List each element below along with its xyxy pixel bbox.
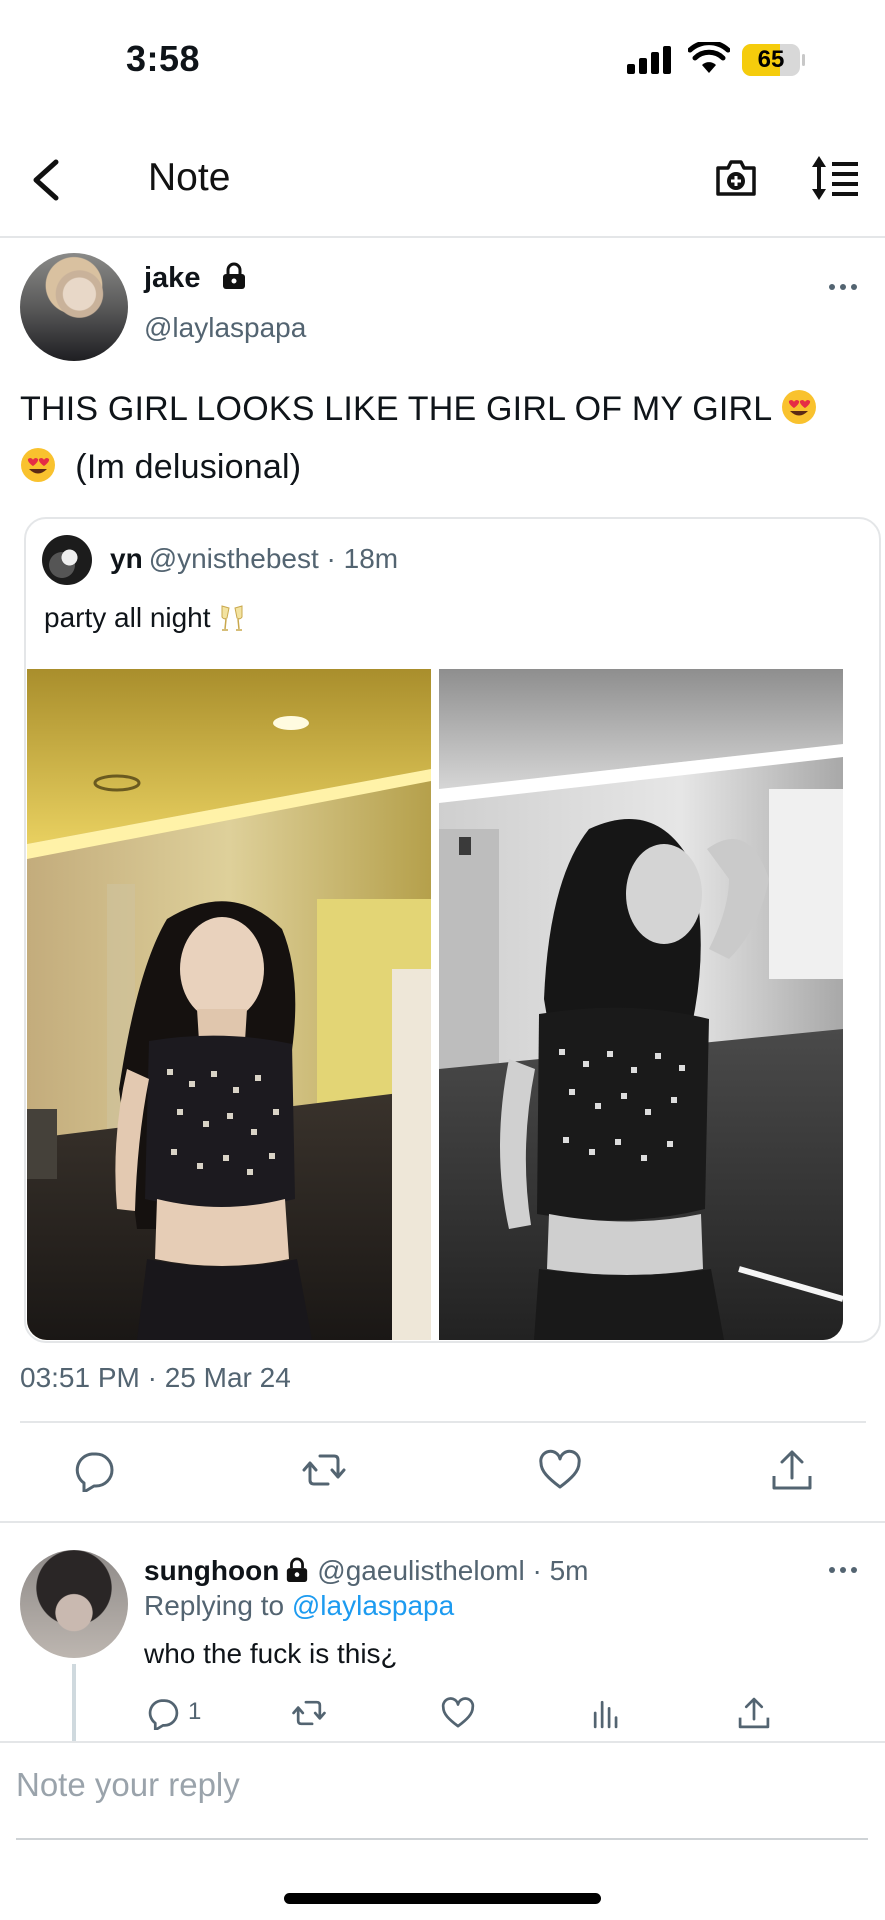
- clinking-glasses-icon: [221, 604, 243, 631]
- quoted-author-row: yn @ynisthebest · 18m: [110, 543, 398, 575]
- signal-icon: [627, 46, 671, 74]
- replying-to: Replying to @laylaspapa: [144, 1590, 454, 1622]
- quoted-text: party all night: [44, 602, 211, 633]
- thread-line: [72, 1664, 76, 1742]
- page-title: Note: [148, 156, 231, 199]
- status-time: 3:58: [126, 38, 201, 79]
- quoted-author-name: yn: [110, 543, 143, 574]
- status-bar: 3:58 65: [0, 0, 885, 120]
- quoted-author-meta: @ynisthebest · 18m: [148, 543, 399, 574]
- reply-share-button[interactable]: [737, 1696, 771, 1730]
- reply-icon: [148, 1699, 179, 1732]
- reply-text: who the fuck is this¿: [144, 1638, 398, 1669]
- top-nav-bar: Note: [0, 120, 885, 238]
- more-options-icon[interactable]: [829, 284, 859, 292]
- reply-composer: [0, 1741, 885, 1831]
- retweet-icon[interactable]: [302, 1448, 346, 1492]
- reply-input[interactable]: [16, 1757, 866, 1813]
- chevron-left-icon[interactable]: [26, 156, 66, 204]
- reply-reply-button[interactable]: 1: [146, 1696, 201, 1732]
- author-avatar[interactable]: [20, 253, 128, 361]
- heart-eyes-emoji-icon: [781, 390, 816, 425]
- retweet-icon: [292, 1700, 326, 1726]
- share-icon[interactable]: [770, 1448, 814, 1492]
- reply-like-button[interactable]: [441, 1696, 475, 1730]
- lock-icon: [287, 1557, 308, 1582]
- sort-icon[interactable]: [808, 154, 860, 202]
- battery-level: 65: [757, 46, 785, 73]
- more-options-icon[interactable]: [829, 1567, 859, 1575]
- battery-indicator: 65: [742, 44, 805, 76]
- camera-plus-icon[interactable]: [712, 154, 760, 202]
- tweet-timestamp: 03:51 PM · 25 Mar 24: [20, 1362, 291, 1393]
- divider: [20, 1421, 866, 1423]
- tweet-text-line2: (Im delusional): [75, 448, 302, 486]
- quoted-tweet-text: party all night: [44, 602, 245, 635]
- like-icon: [441, 1697, 475, 1728]
- divider: [0, 1521, 885, 1523]
- reply-retweet-button[interactable]: [292, 1696, 326, 1730]
- like-icon[interactable]: [538, 1448, 582, 1492]
- tweet-photo-1[interactable]: [27, 669, 431, 1340]
- author-name-row[interactable]: jake: [144, 262, 247, 295]
- reply-author-avatar[interactable]: [20, 1550, 128, 1658]
- tweet-text: THIS GIRL LOOKS LIKE THE GIRL OF MY GIRL…: [20, 380, 880, 496]
- reply-author-row: sunghoon @gaeulistheloml · 5m: [144, 1555, 589, 1587]
- replying-handle-link[interactable]: @laylaspapa: [292, 1590, 454, 1621]
- author-name: jake: [144, 262, 201, 294]
- quoted-author-avatar: [42, 535, 92, 585]
- views-chart-icon: [593, 1700, 618, 1729]
- tweet-text-line1: THIS GIRL LOOKS LIKE THE GIRL OF MY GIRL: [20, 390, 772, 428]
- lock-icon: [222, 262, 245, 290]
- heart-eyes-emoji-icon: [21, 448, 55, 483]
- composer-underline: [16, 1838, 868, 1840]
- reply-count: 1: [188, 1698, 202, 1725]
- replying-prefix: Replying to: [144, 1590, 285, 1621]
- reply-views-button[interactable]: [589, 1696, 623, 1730]
- home-indicator[interactable]: [284, 1893, 601, 1904]
- share-icon: [738, 1697, 770, 1729]
- wifi-icon: [688, 42, 730, 73]
- tweet-photo-2[interactable]: [439, 669, 843, 1340]
- author-handle[interactable]: @laylaspapa: [144, 312, 306, 344]
- reply-icon[interactable]: [72, 1448, 116, 1492]
- reply-author-meta: @gaeulistheloml · 5m: [317, 1555, 589, 1586]
- reply-author-name[interactable]: sunghoon: [144, 1555, 279, 1586]
